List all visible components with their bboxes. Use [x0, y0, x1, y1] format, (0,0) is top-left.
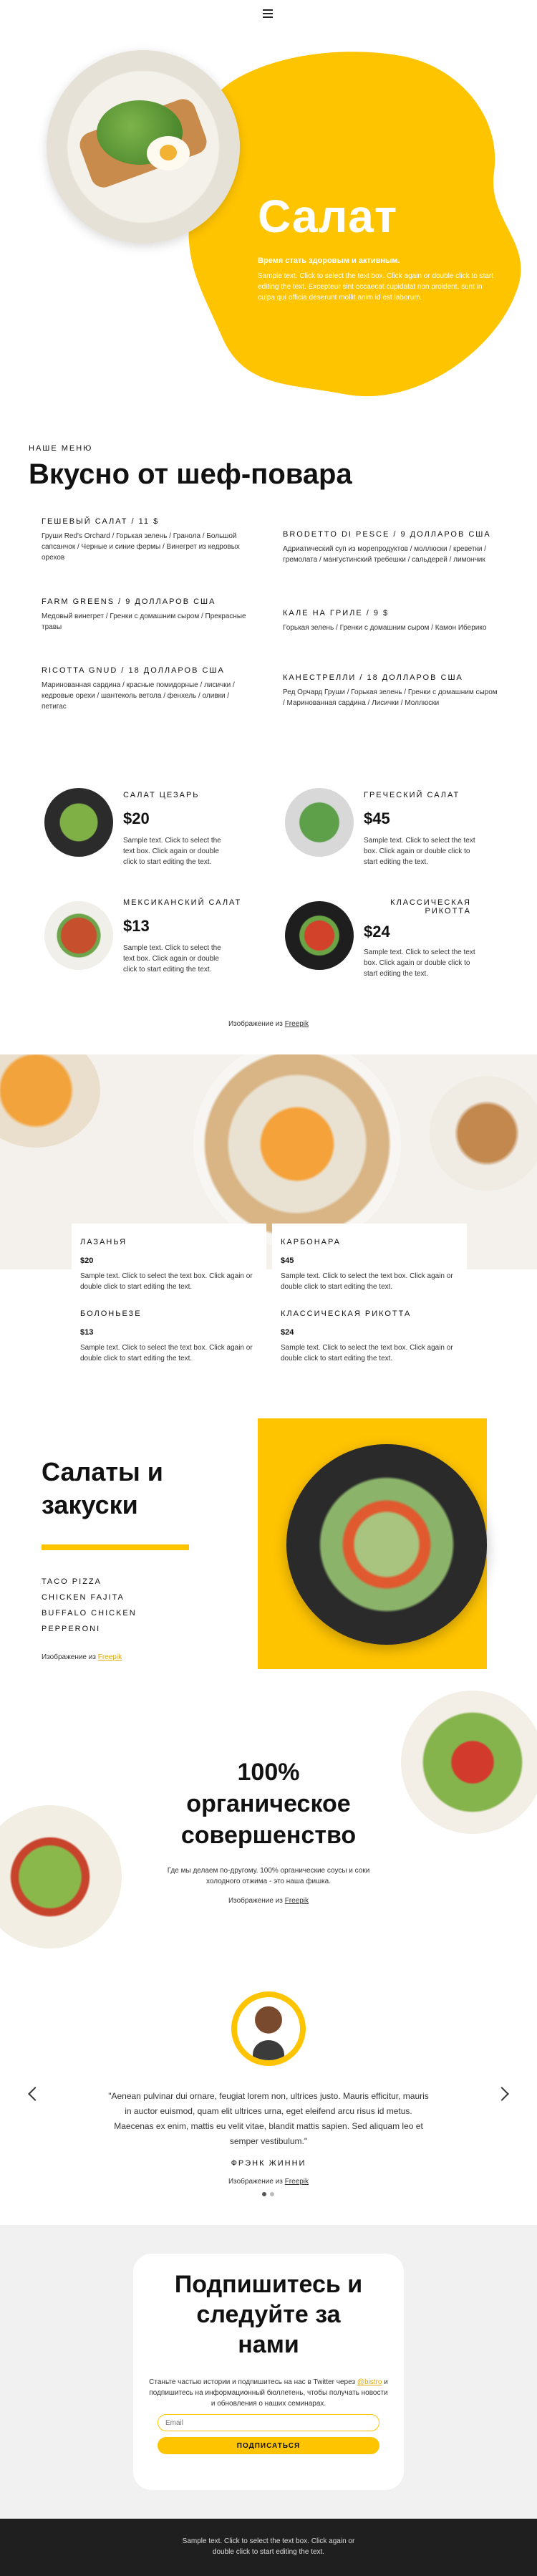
subscribe-button[interactable]: Подписаться — [158, 2437, 379, 2454]
menu-item: Ricotta Gnud / 18 долларов США Маринован… — [42, 666, 235, 711]
avatar — [237, 1997, 300, 2060]
hero-title: Салат — [258, 191, 398, 242]
snacks-plate-image — [286, 1444, 487, 1645]
dish-image — [44, 788, 113, 857]
menu-card: Карбонара $45 Sample text. Click to sele… — [272, 1224, 467, 1367]
freepik-link[interactable]: Freepik — [98, 1653, 122, 1661]
freepik-link[interactable]: Freepik — [285, 1020, 309, 1028]
hero-subtitle: Время стать здоровым и активным. — [258, 256, 400, 265]
subscribe-title: Подпишитесь и следуйте за нами — [174, 2271, 363, 2358]
slider-dot[interactable] — [262, 2192, 266, 2196]
hamburger-icon[interactable] — [263, 9, 273, 18]
menu-item: Кале на гриле / 9 $ Горькая зелень / Гре… — [283, 609, 487, 632]
avatar-ring — [231, 1991, 306, 2066]
subscribe-section: Подпишитесь и следуйте за нами Станьте ч… — [0, 2225, 537, 2519]
email-field[interactable] — [158, 2414, 379, 2431]
testimonial-section: "Aenean pulvinar dui ornare, feugiat lor… — [0, 1991, 537, 2221]
subscribe-text: Станьте частью истории и подпишитесь на … — [149, 2378, 388, 2408]
hero-body: Sample text. Click to select the text bo… — [258, 272, 494, 302]
slider-dots — [262, 2192, 274, 2196]
image-credit: Изображение из Freepik — [42, 1653, 122, 1661]
dish-image — [285, 788, 354, 857]
snacks-divider — [42, 1544, 189, 1550]
freepik-link[interactable]: Freepik — [285, 2178, 309, 2186]
organic-section: 100% органическое совершенство Где мы де… — [0, 1691, 537, 1948]
menu-kicker: Наше меню — [29, 444, 93, 453]
menu-item: Farm Greens / 9 долларов США Медовый вин… — [42, 597, 246, 631]
hero-plate-image — [47, 50, 240, 244]
menu-card: Лазанья $20 Sample text. Click to select… — [72, 1224, 266, 1367]
chevron-right-icon[interactable] — [495, 2087, 509, 2101]
organic-title: 100% органическое совершенство — [180, 1759, 357, 1849]
organic-text: Где мы делаем по-другому. 100% органичес… — [167, 1867, 370, 1885]
menu-title: Вкусно от шеф-повара — [29, 458, 352, 490]
chevron-left-icon[interactable] — [28, 2087, 42, 2101]
image-credit: Изображение из Freepik — [228, 2178, 309, 2186]
footer-text: Sample text. Click to select the text bo… — [182, 2537, 355, 2556]
dish-card: Греческий салат $45 Sample text. Click t… — [364, 791, 475, 866]
footer: Sample text. Click to select the text bo… — [0, 2519, 537, 2576]
dishes-section: Салат Цезарь $20 Sample text. Click to s… — [0, 781, 537, 1046]
snacks-section: Салаты и закуски Taco Pizza Chicken Faji… — [0, 1418, 537, 1691]
image-credit: Изображение из Freepik — [228, 1897, 309, 1905]
snacks-title: Салаты и закуски — [42, 1457, 163, 1519]
twitter-link[interactable]: @bistro — [357, 2378, 382, 2386]
menu-section: Наше меню Вкусно от шеф-повара Гешевый с… — [0, 430, 537, 745]
freepik-link[interactable]: Freepik — [285, 1897, 309, 1905]
cards-section: Лазанья $20 Sample text. Click to select… — [0, 1224, 537, 1381]
menu-item: Канестрелли / 18 долларов США Ред Орчард… — [283, 673, 498, 707]
snacks-list: Taco Pizza Chicken Fajita Buffalo Chicke… — [42, 1577, 137, 1633]
dish-image — [44, 901, 113, 970]
hero-section: Салат Время стать здоровым и активным. S… — [0, 29, 537, 430]
slider-dot[interactable] — [270, 2192, 274, 2196]
testimonial-quote: "Aenean pulvinar dui ornare, feugiat lor… — [108, 2091, 429, 2146]
menu-item: Brodetto di Pesce / 9 долларов США Адриа… — [283, 530, 491, 564]
dish-card: Классическая рикотта $24 Sample text. Cl… — [364, 898, 475, 978]
header — [0, 0, 537, 29]
testimonial-author: Фрэнк Жинни — [231, 2159, 306, 2168]
subscribe-card: Подпишитесь и следуйте за нами Станьте ч… — [133, 2254, 404, 2490]
image-credit: Изображение из Freepik — [228, 1020, 309, 1028]
dish-card: Салат Цезарь $20 Sample text. Click to s… — [123, 791, 221, 866]
dish-image — [285, 901, 354, 970]
dish-card: Мексиканский салат $13 Sample text. Clic… — [123, 898, 242, 974]
menu-item: Гешевый салат / 11 $ Груши Red's Orchard… — [42, 517, 240, 562]
